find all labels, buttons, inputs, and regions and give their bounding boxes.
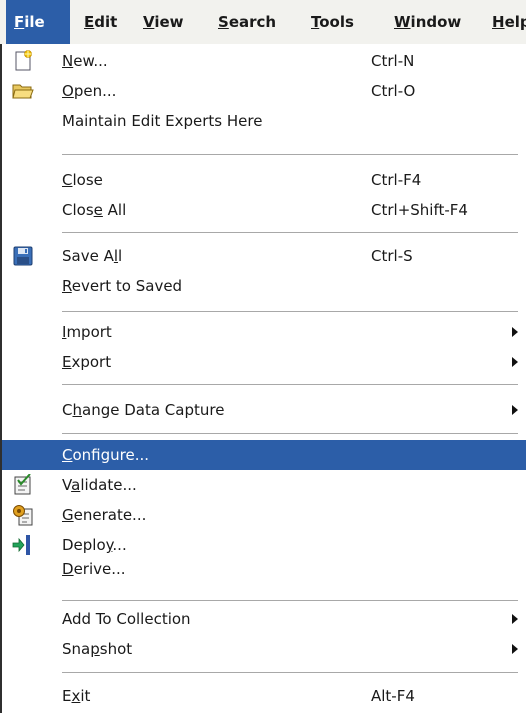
menu-bar: File Edit View Search Tools Window Help [0, 0, 526, 45]
menu-item-generate[interactable]: Generate... [2, 500, 526, 530]
menu-separator [62, 600, 518, 601]
menu-item-exit[interactable]: Exit Alt-F4 [2, 681, 526, 711]
menu-item-change-data-capture[interactable]: Change Data Capture [2, 395, 526, 425]
menu-item-import-label: Import [62, 323, 112, 341]
menu-item-add-to-collection-label: Add To Collection [62, 610, 191, 628]
menu-item-configure-label: Configure... [62, 446, 150, 464]
menu-separator [62, 154, 518, 155]
menu-item-exit-label: Exit [62, 687, 91, 705]
menu-item-snapshot-label: Snapshot [62, 640, 133, 658]
menu-item-close-all[interactable]: Close All Ctrl+Shift-F4 [2, 195, 526, 225]
shortcut-exit: Alt-F4 [371, 687, 415, 705]
menu-window[interactable]: Window [386, 0, 469, 44]
menu-item-configure[interactable]: Configure... [2, 440, 526, 470]
menu-item-change-data-capture-label: Change Data Capture [62, 401, 225, 419]
menu-item-maintain-label: Maintain Edit Experts Here [62, 112, 263, 130]
menu-item-close[interactable]: Close Ctrl-F4 [2, 165, 526, 195]
new-file-icon [12, 50, 34, 72]
menu-separator [62, 311, 518, 312]
deploy-icon [12, 534, 34, 556]
menu-separator [62, 232, 518, 233]
menu-item-revert-label: Revert to Saved [62, 277, 183, 295]
menu-item-save-all[interactable]: Save All Ctrl-S [2, 241, 526, 271]
submenu-arrow-icon [512, 405, 518, 415]
shortcut-close-all: Ctrl+Shift-F4 [371, 201, 468, 219]
file-menu-dropdown: New... Ctrl-N Open... Ctrl-O Maintain Ed… [0, 44, 526, 713]
menu-view[interactable]: View [135, 0, 192, 44]
menu-item-revert-to-saved[interactable]: Revert to Saved [2, 271, 526, 301]
submenu-arrow-icon [512, 327, 518, 337]
menu-file[interactable]: File [6, 0, 70, 44]
submenu-arrow-icon [512, 644, 518, 654]
menu-separator [62, 433, 518, 434]
menu-separator [62, 672, 518, 673]
menu-item-import[interactable]: Import [2, 317, 526, 347]
menu-item-validate[interactable]: Validate... [2, 470, 526, 500]
shortcut-save-all: Ctrl-S [371, 247, 413, 265]
menu-item-maintain-edit-experts[interactable]: Maintain Edit Experts Here [2, 106, 526, 136]
menu-item-open[interactable]: Open... Ctrl-O [2, 76, 526, 106]
menu-item-derive-label: Derive... [62, 560, 126, 578]
menu-item-add-to-collection[interactable]: Add To Collection [2, 604, 526, 634]
menu-item-new-label: New... [62, 52, 108, 70]
shortcut-open: Ctrl-O [371, 82, 416, 100]
menu-item-close-all-label: Close All [62, 201, 127, 219]
shortcut-close: Ctrl-F4 [371, 171, 422, 189]
submenu-arrow-icon [512, 614, 518, 624]
shortcut-new: Ctrl-N [371, 52, 415, 70]
menu-item-new[interactable]: New... Ctrl-N [2, 46, 526, 76]
menu-item-export-label: Export [62, 353, 112, 371]
menu-edit[interactable]: Edit [76, 0, 125, 44]
menu-item-close-label: Close [62, 171, 103, 189]
menu-item-snapshot[interactable]: Snapshot [2, 634, 526, 664]
menu-item-export[interactable]: Export [2, 347, 526, 377]
validate-icon [12, 473, 34, 496]
save-all-icon [12, 245, 34, 267]
submenu-arrow-icon [512, 357, 518, 367]
menu-item-open-label: Open... [62, 82, 117, 100]
menu-help[interactable]: Help [484, 0, 526, 44]
generate-icon [12, 504, 34, 526]
menu-tools[interactable]: Tools [303, 0, 362, 44]
menu-item-derive[interactable]: Derive... [2, 554, 526, 584]
menu-item-save-all-label: Save All [62, 247, 123, 265]
menu-item-generate-label: Generate... [62, 506, 147, 524]
menu-search[interactable]: Search [210, 0, 284, 44]
open-folder-icon [12, 80, 34, 102]
menu-separator [62, 384, 518, 385]
menu-item-validate-label: Validate... [62, 476, 137, 494]
